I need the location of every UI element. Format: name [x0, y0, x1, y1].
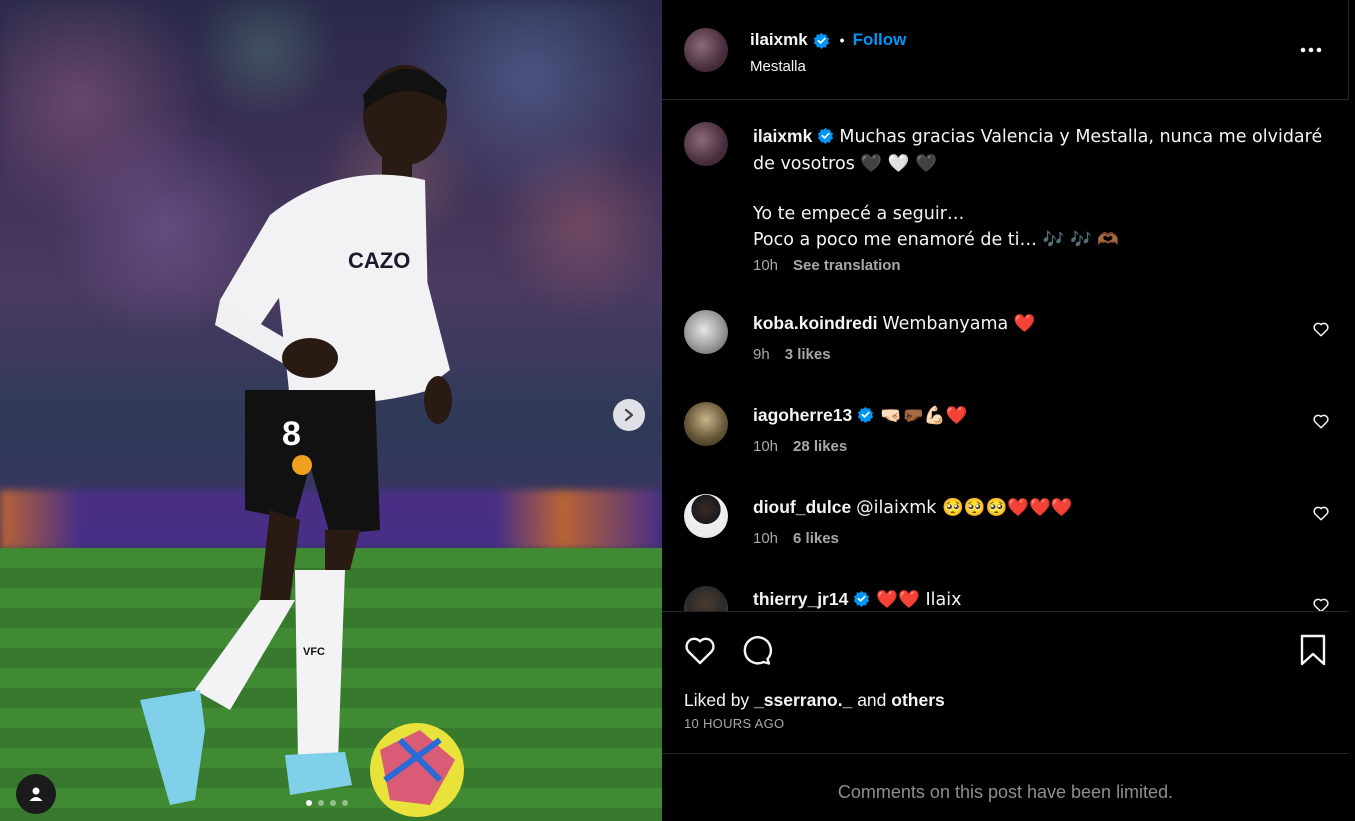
comment-bubble-icon[interactable] [738, 632, 774, 668]
caption-time[interactable]: 10h [753, 257, 778, 274]
verified-badge-icon [818, 127, 834, 144]
heart-outline-icon[interactable] [1312, 320, 1330, 338]
comments-limited-notice: Comments on this post have been limited. [837, 782, 1174, 802]
author-username[interactable]: ilaixmk [750, 30, 808, 50]
liked-by-others[interactable]: others [891, 690, 944, 710]
carousel-indicator [306, 800, 348, 806]
caption-username[interactable]: ilaixmk [753, 126, 812, 146]
heart-outline-icon[interactable] [1312, 504, 1330, 522]
comment-body: Wembanyama ❤️ [882, 314, 1036, 334]
svg-text:VFC: VFC [303, 646, 325, 658]
tagged-users-button[interactable] [16, 774, 56, 814]
commenter-username[interactable]: koba.koindredi [753, 313, 877, 333]
liked-by-prefix: Liked by [684, 690, 750, 710]
post-media[interactable]: CAZO 8 VFC [0, 0, 662, 821]
liked-by-username[interactable]: _sserrano._ [754, 690, 852, 710]
caption-meta: 10h See translation [753, 257, 901, 274]
see-translation-button[interactable]: See translation [793, 257, 901, 274]
comment-meta: 10h 28 likes [753, 438, 847, 455]
user-icon [29, 787, 43, 801]
bookmark-icon[interactable] [1298, 632, 1328, 668]
carousel-dot [306, 800, 312, 806]
comment-body: ❤️❤️ Ilaix [876, 590, 962, 610]
post-caption: ilaixmk Muchas gracias Valencia y Mestal… [753, 123, 1323, 253]
caption-line-3: Poco a poco me enamoré de ti… 🎶 🎶 🫶🏾 [753, 230, 1120, 250]
liked-by-and: and [857, 690, 887, 710]
comment-text-row: iagoherre13 🤜🏻🤛🏾💪🏻❤️ [753, 402, 967, 429]
carousel-dot [318, 800, 324, 806]
heart-outline-icon[interactable] [1312, 596, 1330, 611]
comment-text-row: koba.koindredi Wembanyama ❤️ [753, 310, 1036, 337]
comment-likes[interactable]: 6 likes [793, 530, 839, 547]
commenter-username[interactable]: diouf_dulce [753, 497, 851, 517]
carousel-dot [330, 800, 336, 806]
author-row: ilaixmk • Follow [750, 30, 906, 50]
chevron-right-icon [624, 408, 634, 422]
commenter-avatar[interactable] [684, 586, 728, 611]
like-heart-icon[interactable] [682, 632, 718, 668]
post-actions: Liked by _sserrano._ and others 10 HOURS… [662, 611, 1349, 754]
comment-likes[interactable]: 28 likes [793, 438, 847, 455]
next-slide-button[interactable] [613, 399, 645, 431]
carousel-dot [342, 800, 348, 806]
verified-badge-icon [813, 32, 829, 49]
player-illustration: CAZO 8 VFC [140, 65, 464, 817]
follow-button[interactable]: Follow [853, 30, 907, 50]
comment-item: thierry_jr14 ❤️❤️ Ilaix [662, 586, 1355, 611]
commenter-avatar[interactable] [684, 402, 728, 446]
comments-scroll-area[interactable]: ilaixmk Muchas gracias Valencia y Mestal… [662, 101, 1355, 611]
comment-text-row: thierry_jr14 ❤️❤️ Ilaix [753, 586, 961, 611]
post-side-panel: ilaixmk • Follow Mestalla ilaixmk Muchas… [662, 0, 1355, 821]
comment-item: iagoherre13 🤜🏻🤛🏾💪🏻❤️ 10h 28 likes [662, 402, 1355, 494]
caption-line-1: Muchas gracias Valencia y Mestalla, nunc… [753, 127, 1323, 174]
svg-text:8: 8 [282, 415, 301, 453]
commenter-username[interactable]: thierry_jr14 [753, 589, 848, 609]
commenter-avatar[interactable] [684, 494, 728, 538]
svg-text:CAZO: CAZO [348, 248, 410, 273]
caption-author-avatar[interactable] [684, 122, 728, 166]
more-options-icon[interactable] [1299, 40, 1323, 60]
verified-badge-icon [854, 590, 870, 607]
separator-dot: • [839, 32, 845, 48]
comment-meta: 10h 6 likes [753, 530, 839, 547]
commenter-username[interactable]: iagoherre13 [753, 405, 852, 425]
liked-by-text: Liked by _sserrano._ and others [684, 690, 945, 711]
comment-body: @ilaixmk 🥺🥺🥺❤️❤️❤️ [856, 498, 1073, 518]
comment-body: 🤜🏻🤛🏾💪🏻❤️ [880, 406, 968, 426]
comment-item: diouf_dulce @ilaixmk 🥺🥺🥺❤️❤️❤️ 10h 6 lik… [662, 494, 1355, 586]
comment-likes[interactable]: 3 likes [785, 346, 831, 363]
comment-meta: 9h 3 likes [753, 346, 831, 363]
caption-line-2: Yo te empecé a seguir… [753, 204, 965, 224]
post-location[interactable]: Mestalla [750, 58, 806, 75]
comment-text-row: diouf_dulce @ilaixmk 🥺🥺🥺❤️❤️❤️ [753, 494, 1073, 521]
comment-item: koba.koindredi Wembanyama ❤️ 9h 3 likes [662, 310, 1355, 402]
post-header: ilaixmk • Follow Mestalla [662, 0, 1349, 100]
author-avatar[interactable] [684, 28, 728, 72]
comment-time[interactable]: 10h [753, 530, 778, 547]
comment-time[interactable]: 10h [753, 438, 778, 455]
verified-badge-icon [858, 406, 874, 423]
post-timestamp[interactable]: 10 HOURS AGO [684, 716, 784, 731]
comment-time[interactable]: 9h [753, 346, 770, 363]
heart-outline-icon[interactable] [1312, 412, 1330, 430]
commenter-avatar[interactable] [684, 310, 728, 354]
